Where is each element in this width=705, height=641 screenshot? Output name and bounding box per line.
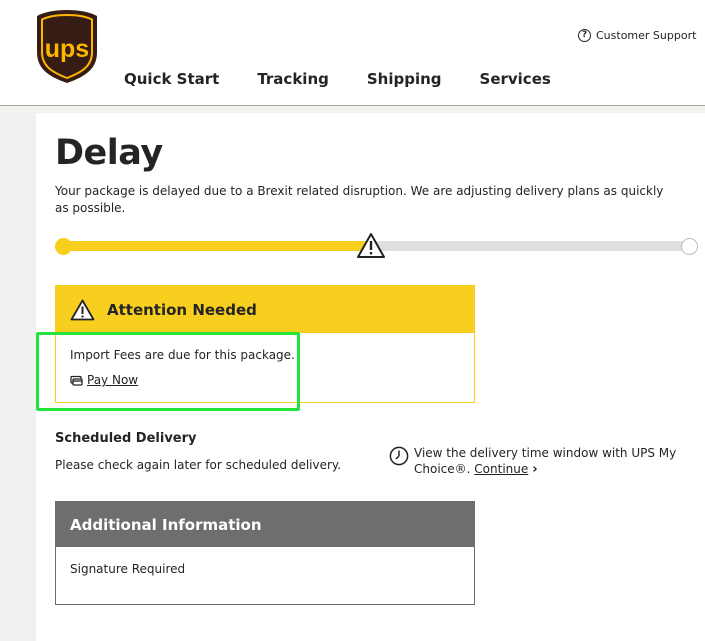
customer-support-link[interactable]: ? Customer Support [578,29,696,42]
import-fees-message: Import Fees are due for this package. [70,348,295,362]
progress-end-dot [681,238,698,255]
attention-title: Attention Needed [107,300,257,319]
nav-quick-start[interactable]: Quick Start [124,70,219,88]
ups-logo[interactable]: ups [35,8,99,84]
chevron-right-icon[interactable]: › [532,462,537,477]
additional-info-panel: Additional Information Signature Require… [55,501,475,605]
progress-fill [64,241,372,251]
warning-icon [357,233,385,258]
status-title: Delay [55,133,163,173]
attention-panel: Attention Needed Import Fees are due for… [55,285,475,403]
site-header: ups Quick Start Tracking Shipping Servic… [0,0,705,106]
nav-tracking[interactable]: Tracking [257,70,329,88]
tracking-card: Delay Your package is delayed due to a B… [36,113,705,641]
additional-info-header: Additional Information [56,502,474,547]
pay-now-link[interactable]: Pay Now [70,373,474,387]
attention-body: Import Fees are due for this package. Pa… [56,333,474,387]
customer-support-label: Customer Support [596,29,697,42]
mychoice-message: View the delivery time window with UPS M… [414,446,677,476]
status-description: Your package is delayed due to a Brexit … [55,184,664,215]
additional-info-title: Additional Information [70,515,262,534]
clock-icon [389,446,409,466]
continue-link[interactable]: Continue [474,462,528,476]
scheduled-delivery-title: Scheduled Delivery [55,431,197,446]
mychoice-text: View the delivery time window with UPS M… [414,445,679,478]
progress-start-dot [55,238,72,255]
ups-logo-text: ups [45,35,89,63]
pay-now-label: Pay Now [87,373,139,387]
warning-icon [70,299,95,320]
main-nav: Quick Start Tracking Shipping Services [124,70,589,88]
signature-required-text: Signature Required [70,562,186,576]
scheduled-delivery-text: Please check again later for scheduled d… [55,458,342,472]
help-icon: ? [578,29,591,42]
payment-icon [70,375,83,386]
nav-shipping[interactable]: Shipping [367,70,442,88]
attention-header: Attention Needed [56,286,474,333]
mychoice-promo: View the delivery time window with UPS M… [389,445,679,478]
nav-services[interactable]: Services [480,70,551,88]
